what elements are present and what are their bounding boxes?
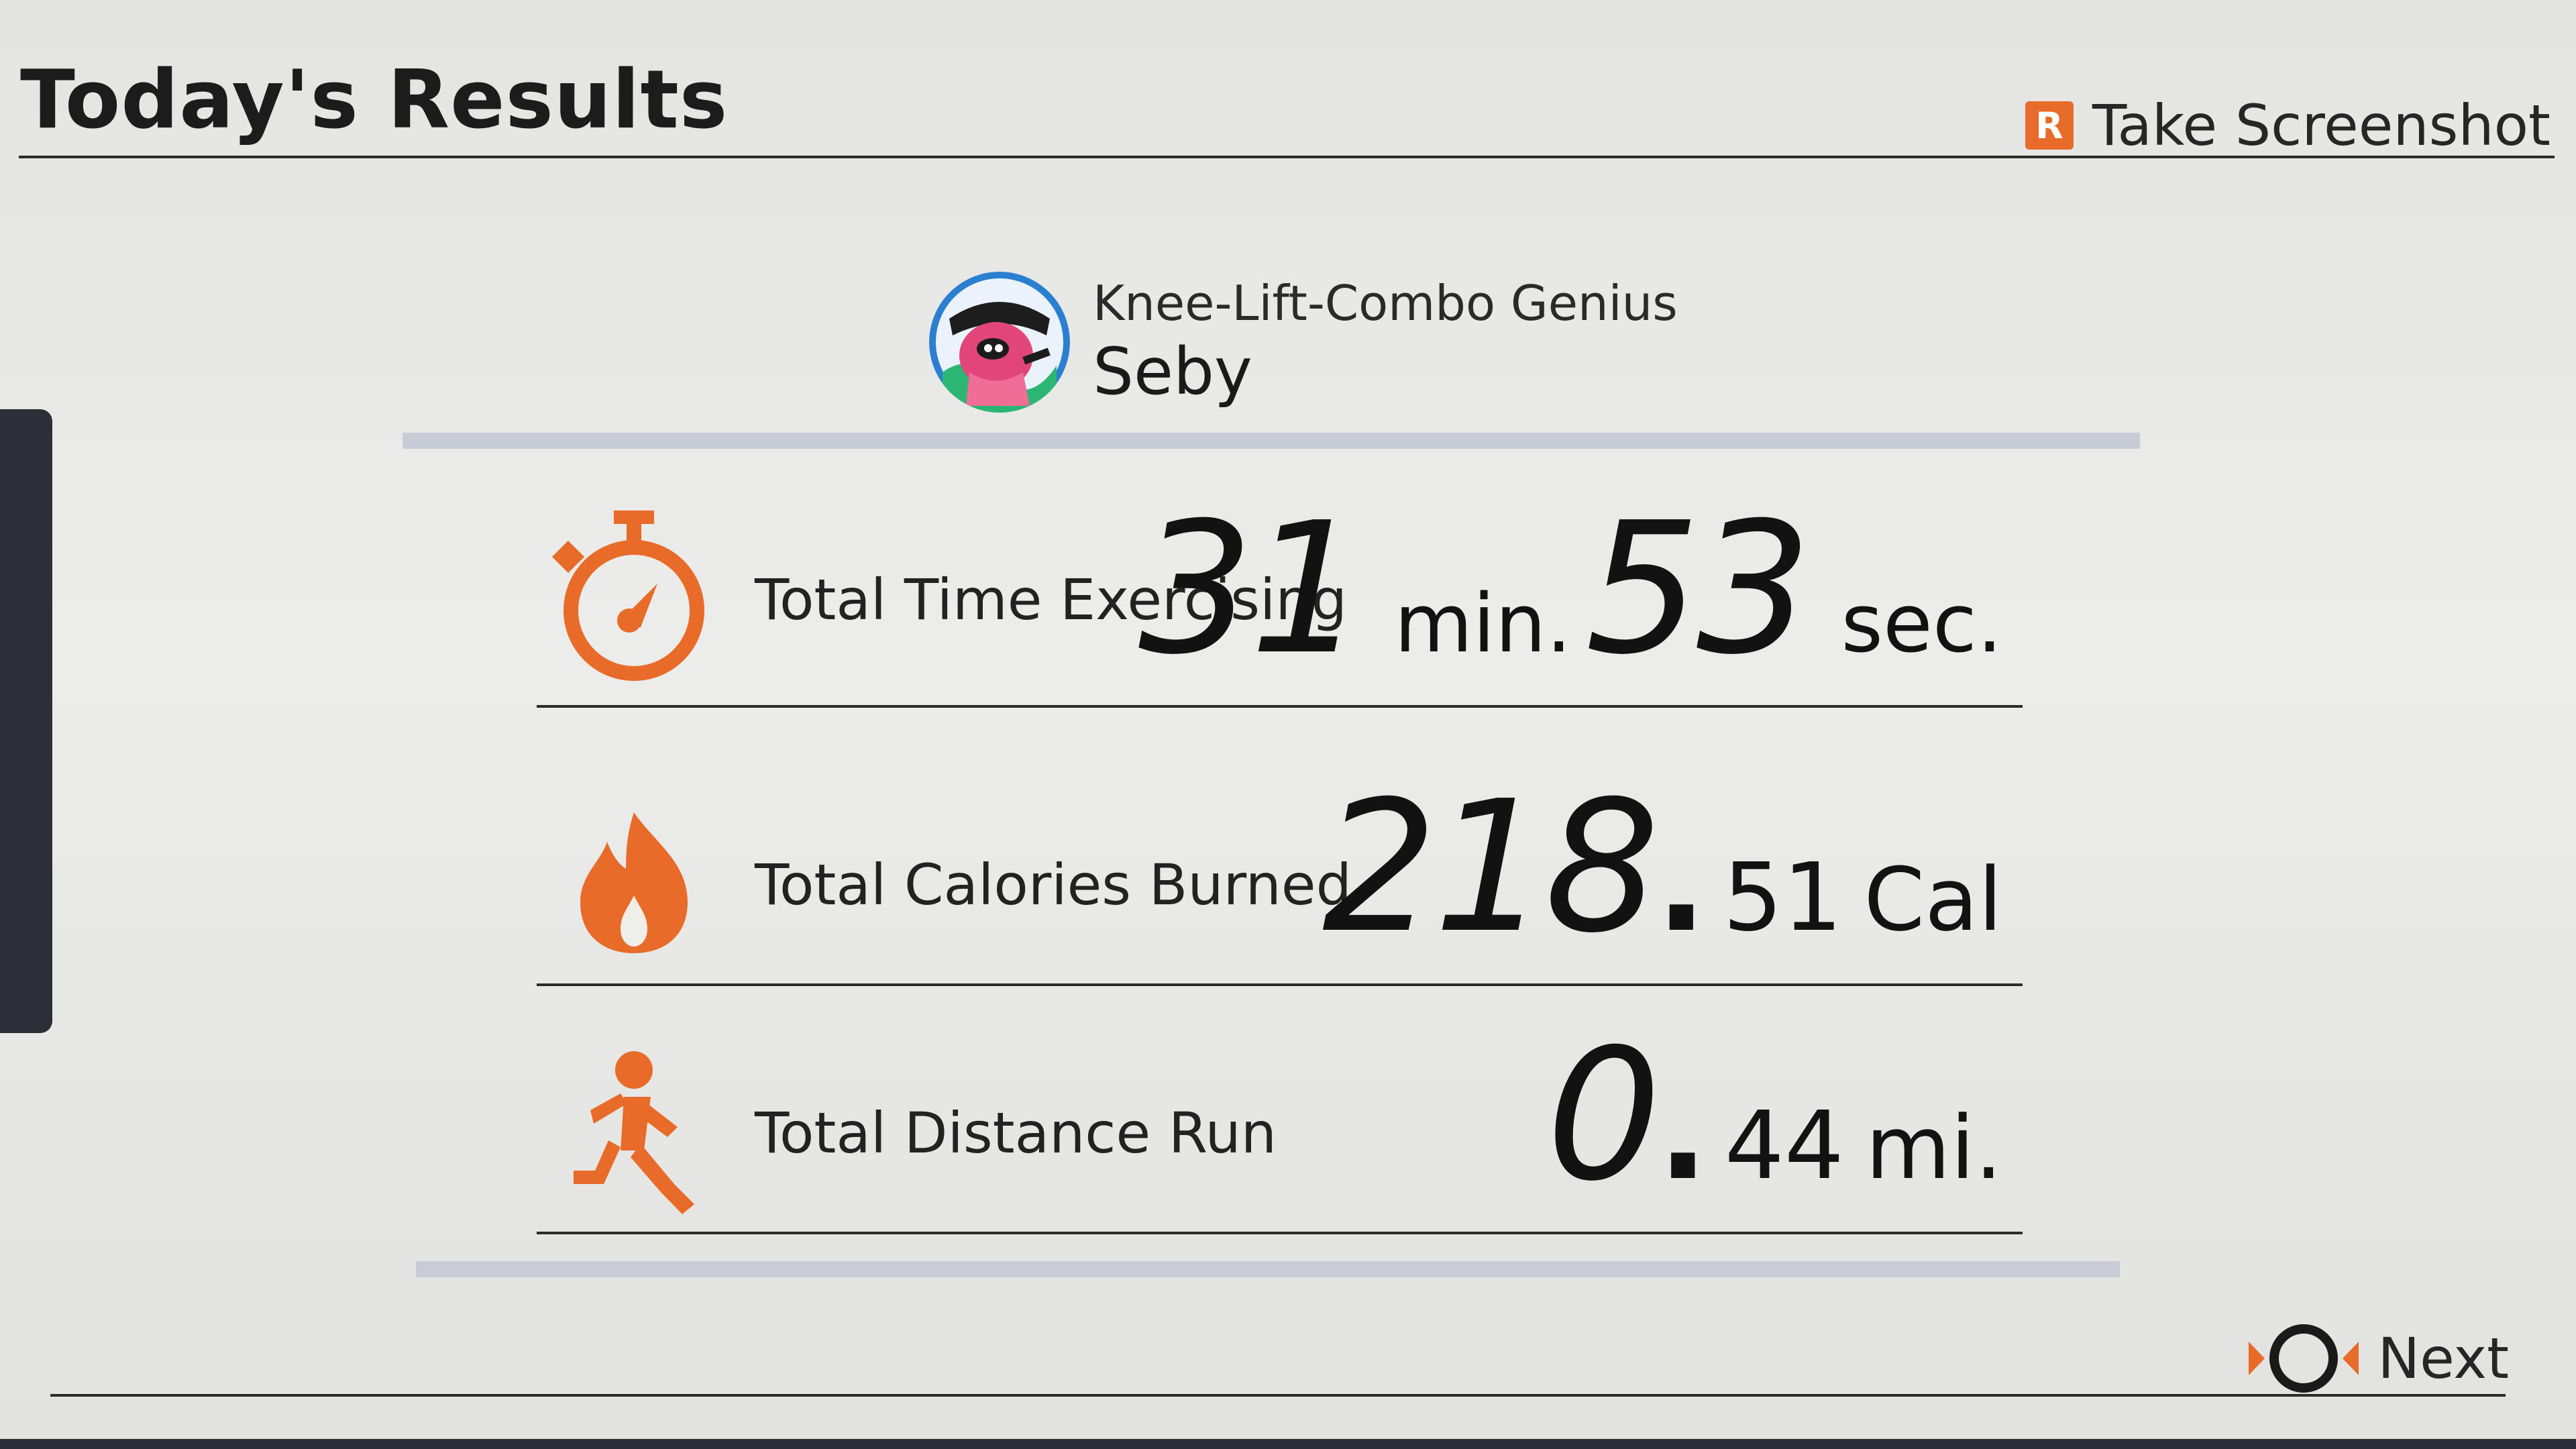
stat-row-distance: Total Distance Run 0 . 44 mi. bbox=[537, 1010, 2023, 1234]
calories-whole: 218 bbox=[1322, 761, 1660, 973]
running-person-icon bbox=[574, 1051, 694, 1214]
title-divider bbox=[19, 156, 2555, 158]
player-name: Seby bbox=[1093, 334, 1252, 409]
distance-fraction: 44 bbox=[1724, 1091, 1844, 1201]
next-label: Next bbox=[2377, 1326, 2509, 1391]
time-row-divider bbox=[537, 705, 2023, 708]
results-screen: Today's Results R Take Screenshot Knee-L… bbox=[0, 0, 2576, 1449]
calories-value: 218 . 51 Cal bbox=[1322, 761, 2002, 973]
section-band-top bbox=[402, 433, 2140, 449]
avatar-image bbox=[929, 272, 1070, 413]
take-screenshot-button[interactable]: R Take Screenshot bbox=[2025, 93, 2551, 158]
time-minutes-unit: min. bbox=[1394, 578, 1572, 671]
time-seconds-unit: sec. bbox=[1841, 578, 2002, 671]
calories-fraction: 51 bbox=[1723, 843, 1843, 953]
time-value: 31 min. 53 sec. bbox=[1138, 483, 2002, 694]
stat-row-time: Total Time Exercising 31 min. 53 sec. bbox=[537, 483, 2023, 708]
take-screenshot-label: Take Screenshot bbox=[2092, 93, 2551, 158]
flame-icon bbox=[580, 812, 688, 953]
distance-value: 0 . 44 mi. bbox=[1546, 1010, 2002, 1221]
next-button[interactable]: Next bbox=[2243, 1322, 2509, 1395]
distance-unit: mi. bbox=[1865, 1097, 2002, 1199]
calories-row-divider bbox=[537, 983, 2023, 986]
next-button-icon bbox=[2249, 1324, 2359, 1393]
calories-unit: Cal bbox=[1864, 849, 2002, 951]
display-bezel-left bbox=[0, 409, 52, 1033]
r-button-icon: R bbox=[2025, 101, 2074, 150]
distance-row-divider bbox=[537, 1232, 2023, 1234]
page-title: Today's Results bbox=[20, 54, 729, 147]
distance-separator: . bbox=[1657, 1054, 1709, 1210]
avatar bbox=[929, 272, 1070, 413]
player-title: Knee-Lift-Combo Genius bbox=[1093, 275, 1678, 331]
footer-divider bbox=[50, 1394, 2506, 1397]
distance-whole: 0 bbox=[1546, 1010, 1662, 1221]
calories-label: Total Calories Burned bbox=[755, 852, 1352, 918]
calories-separator: . bbox=[1656, 806, 1707, 962]
profile-card: Knee-Lift-Combo Genius Seby bbox=[929, 272, 1678, 413]
stopwatch-icon bbox=[551, 511, 704, 681]
distance-label: Total Distance Run bbox=[755, 1100, 1277, 1166]
display-bezel-bottom bbox=[0, 1439, 2576, 1449]
section-band-bottom bbox=[416, 1261, 2120, 1277]
time-minutes: 31 bbox=[1138, 483, 1365, 694]
stat-row-calories: Total Calories Burned 218 . 51 Cal bbox=[537, 761, 2023, 986]
time-seconds: 53 bbox=[1585, 483, 1812, 694]
